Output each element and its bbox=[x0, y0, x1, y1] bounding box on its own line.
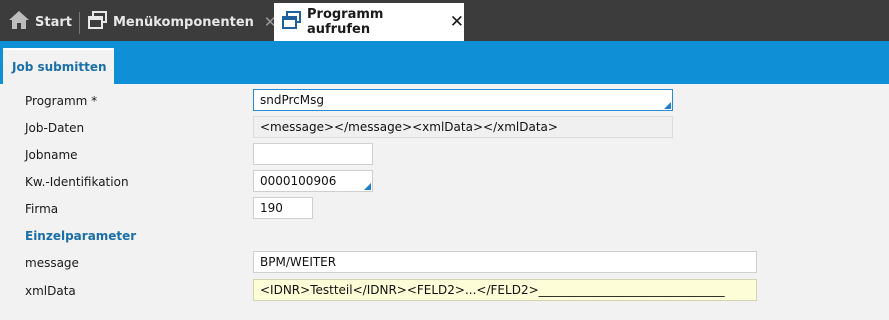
firma-field[interactable]: 190 bbox=[253, 197, 313, 219]
lookup-corner-icon[interactable] bbox=[364, 183, 371, 190]
windows-icon bbox=[282, 11, 302, 33]
kw-identifikation-field[interactable]: 0000100906 bbox=[253, 170, 373, 192]
tab-menukomponenten[interactable]: Menükomponenten ✕ bbox=[88, 3, 276, 41]
close-icon[interactable]: ✕ bbox=[450, 12, 464, 32]
programm-field[interactable]: sndPrcMsg bbox=[253, 89, 673, 111]
lookup-corner-icon[interactable] bbox=[664, 102, 671, 109]
message-label: message bbox=[25, 256, 79, 270]
xmldata-value: <IDNR>Testteil</IDNR><FELD2>...</FELD2>_… bbox=[260, 283, 725, 297]
tab-active-label: Programm aufrufen bbox=[307, 7, 384, 37]
einzelparameter-heading: Einzelparameter bbox=[25, 229, 137, 243]
xmldata-label: xmlData bbox=[25, 284, 76, 298]
tab-start-label: Start bbox=[35, 14, 72, 30]
message-field[interactable]: BPM/WEITER bbox=[253, 251, 757, 273]
subtab-bar: Job submitten bbox=[0, 41, 889, 84]
jobname-field[interactable] bbox=[253, 143, 373, 165]
xmldata-field[interactable]: <IDNR>Testteil</IDNR><FELD2>...</FELD2>_… bbox=[253, 279, 757, 301]
programm-label: Programm * bbox=[25, 94, 98, 108]
jobdaten-label: Job-Daten bbox=[25, 121, 85, 135]
message-value: BPM/WEITER bbox=[260, 255, 337, 269]
tab-bar: Start Menükomponenten ✕ Programm aufrufe… bbox=[0, 0, 889, 41]
programm-value: sndPrcMsg bbox=[260, 93, 324, 107]
tab-programm-aufrufen[interactable]: Programm aufrufen ✕ bbox=[274, 3, 464, 41]
jobname-label: Jobname bbox=[25, 148, 78, 162]
jobdaten-field: <message></message><xmlData></xmlData> bbox=[253, 116, 673, 138]
tab-start[interactable]: Start bbox=[8, 3, 72, 41]
subtab-job-submitten[interactable]: Job submitten bbox=[3, 48, 114, 84]
windows-icon bbox=[88, 11, 108, 33]
home-icon bbox=[8, 10, 30, 34]
jobdaten-value: <message></message><xmlData></xmlData> bbox=[260, 120, 558, 134]
firma-value: 190 bbox=[260, 201, 283, 215]
kw-identifikation-label: Kw.-Identifikation bbox=[25, 175, 129, 189]
kw-identifikation-value: 0000100906 bbox=[260, 174, 337, 188]
tab-menu-label: Menükomponenten bbox=[113, 14, 254, 30]
firma-label: Firma bbox=[25, 202, 59, 216]
tab-separator bbox=[79, 12, 80, 34]
